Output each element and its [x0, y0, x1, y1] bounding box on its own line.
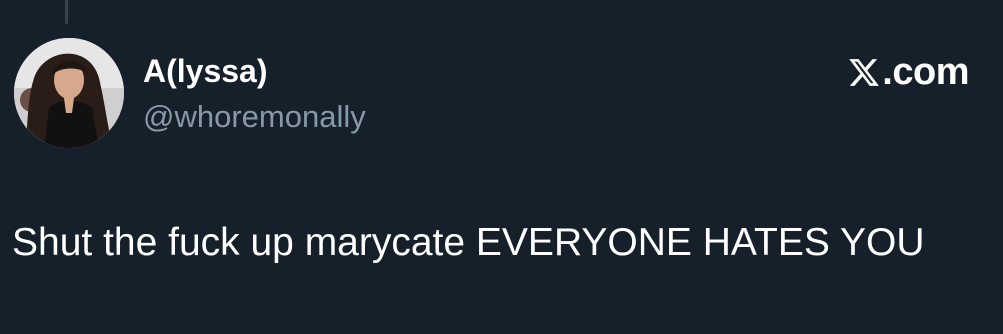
author-handle[interactable]: @whoremonally	[143, 98, 366, 136]
x-logo-icon	[849, 58, 880, 86]
tweet-body-text: Shut the fuck up marycate EVERYONE HATES…	[12, 221, 925, 264]
author-display-name[interactable]: A(lyssa)	[143, 52, 268, 90]
brand-logo: .com	[847, 52, 969, 92]
brand-domain-label: .com	[882, 51, 969, 93]
avatar[interactable]	[14, 38, 124, 148]
tweet-card[interactable]: A(lyssa) @whoremonally .com Shut the fuc…	[0, 0, 1003, 334]
profile-photo-icon	[14, 38, 124, 148]
